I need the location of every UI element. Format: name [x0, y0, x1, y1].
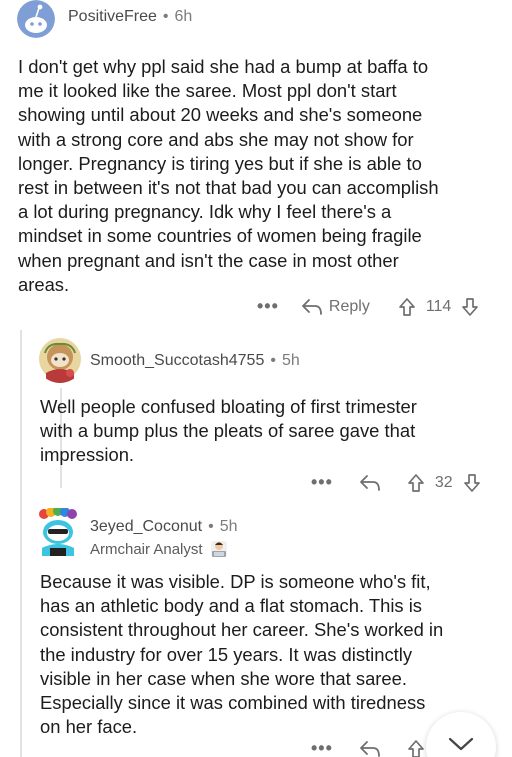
comment-line: with a bump plus the pleats of saree gav…	[40, 420, 416, 442]
separator-dot: •	[162, 8, 169, 25]
reply-button[interactable]: Reply	[301, 298, 370, 316]
chevron-down-icon	[448, 737, 474, 751]
comment-line: consistent throughout her career. She's …	[40, 619, 444, 641]
comment-line: I don't get why ppl said she had a bump …	[18, 56, 429, 77]
comment-line: Well people confused bloating of first t…	[40, 396, 417, 417]
comment-body: I don't get why ppl said she had a bump …	[18, 55, 508, 297]
more-options-button[interactable]: •••	[257, 296, 279, 317]
comment-header: 3eyed_Coconut • 5h	[90, 518, 238, 536]
separator-dot: •	[208, 518, 214, 535]
reply-label: Reply	[328, 297, 370, 315]
comment-line: mindset in some countries of women being…	[18, 225, 422, 247]
downvote-arrow-icon[interactable]	[461, 297, 479, 317]
comment-line: has an athletic body and a flat stomach.…	[40, 595, 422, 617]
more-options-button[interactable]: •••	[311, 738, 333, 757]
user-flair: Armchair Analyst	[90, 539, 229, 559]
separator-dot: •	[270, 352, 276, 369]
comment-line: a lot during pregnancy. Idk why I feel t…	[18, 201, 392, 223]
comment-header: Smooth_Succotash4755 • 5h	[90, 352, 300, 370]
comment-line: the industry for over 15 years. It was d…	[40, 643, 413, 665]
comment-header: PositiveFree • 6h	[68, 8, 192, 26]
downvote-arrow-icon[interactable]	[463, 473, 481, 493]
reply-arrow-icon	[360, 474, 380, 491]
comment-line: me it looked like the saree. Most ppl do…	[18, 80, 397, 102]
upvote-arrow-icon[interactable]	[398, 297, 416, 317]
comment-line: rest in between it's not that bad you ca…	[18, 177, 439, 199]
comment-line: Because it was visible. DP is someone wh…	[40, 571, 431, 592]
more-options-button[interactable]: •••	[311, 472, 333, 493]
vote-score: 32	[434, 473, 453, 491]
avatar[interactable]	[17, 0, 55, 38]
reply-arrow-icon	[302, 298, 322, 315]
reply-button[interactable]	[359, 474, 381, 492]
comment-thread: PositiveFree • 6h I don't get why ppl sa…	[0, 0, 512, 757]
username[interactable]: 3eyed_Coconut	[90, 518, 202, 536]
flair-label: Armchair Analyst	[90, 540, 203, 558]
timestamp: 6h	[174, 8, 193, 25]
reddit-avatar-icon	[17, 0, 55, 38]
timestamp: 5h	[219, 518, 238, 535]
comment-line: Especially since it was combined with ti…	[40, 692, 426, 714]
avatar[interactable]	[36, 508, 80, 556]
username[interactable]: PositiveFree	[68, 8, 157, 26]
reply-button[interactable]	[359, 740, 381, 757]
vote-controls: 114	[398, 297, 480, 317]
snoo-avatar-icon	[36, 508, 80, 556]
vote-controls	[407, 739, 425, 757]
upvote-arrow-icon[interactable]	[407, 739, 425, 757]
username[interactable]: Smooth_Succotash4755	[90, 352, 264, 370]
comment-line: impression.	[40, 444, 135, 466]
comment-body: Well people confused bloating of first t…	[40, 395, 505, 468]
technologist-emoji-icon	[210, 541, 227, 557]
timestamp: 5h	[281, 352, 300, 369]
comment-body: Because it was visible. DP is someone wh…	[40, 570, 505, 739]
vote-score: 114	[425, 297, 452, 315]
avatar[interactable]	[36, 335, 84, 383]
comment-line: visible in her case when she wore that s…	[40, 667, 407, 689]
vote-controls: 32	[407, 473, 481, 493]
comment-actions: •••	[311, 738, 425, 757]
comment-actions: ••• Reply 114	[257, 296, 479, 317]
thread-line-root[interactable]	[20, 330, 22, 757]
snoo-avatar-icon	[36, 335, 84, 383]
upvote-arrow-icon[interactable]	[407, 473, 425, 493]
comment-line: showing until about 20 weeks and she's s…	[18, 104, 423, 126]
comment-actions: ••• 32	[311, 472, 481, 493]
reply-arrow-icon	[360, 740, 380, 757]
comment-line: when pregnant and isn't the case in most…	[18, 249, 399, 271]
comment-line: with a strong core and abs she may not s…	[18, 128, 414, 150]
comment-line: areas.	[18, 273, 70, 295]
comment-line: longer. Pregnancy is tiring yes but if s…	[18, 152, 422, 174]
